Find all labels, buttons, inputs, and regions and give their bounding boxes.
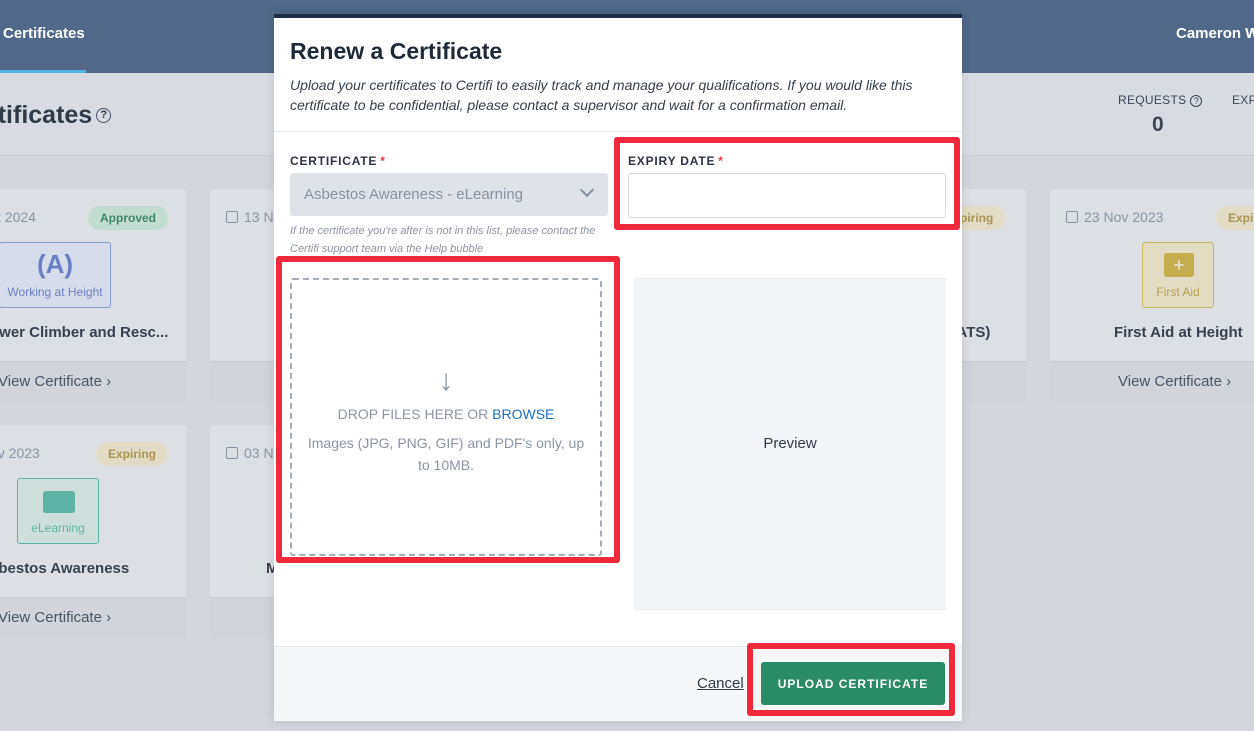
certificate-field-label: CERTIFICATE * xyxy=(290,154,386,168)
card-date: ct 2024 xyxy=(0,209,36,225)
divider xyxy=(274,131,962,132)
view-certificate-link[interactable]: View Certificate › xyxy=(1050,361,1254,401)
status-badge: Expi xyxy=(1216,206,1254,230)
certificate-card: ov 2023 Expiring eLearning sbestos Aware… xyxy=(0,425,186,637)
icon-label: First Aid xyxy=(1156,285,1200,299)
stat-expiring-label: EXP xyxy=(1232,93,1254,107)
certificate-select[interactable]: Asbestos Awareness - eLearning xyxy=(290,173,608,216)
stat-requests-text: REQUESTS xyxy=(1118,93,1187,107)
certificate-card: ct 2024 Approved (A) Working at Height o… xyxy=(0,189,186,401)
card-footer xyxy=(210,597,274,637)
card-date: 13 N xyxy=(226,209,274,225)
card-title: sbestos Awareness xyxy=(0,560,130,577)
page-title-text: rtificates xyxy=(0,101,93,129)
card-footer xyxy=(210,361,274,401)
modal-footer: Cancel UPLOAD CERTIFICATE xyxy=(274,646,962,721)
certificate-card: 03 N M xyxy=(210,425,279,637)
dropzone-formats: Images (JPG, PNG, GIF) and PDF's only, u… xyxy=(307,435,585,473)
expiry-date-field-label: EXPIRY DATE * xyxy=(628,154,724,168)
card-title: M xyxy=(266,560,279,577)
card-title: First Aid at Height xyxy=(1114,324,1243,341)
calendar-icon xyxy=(226,211,238,223)
expiry-date-input[interactable] xyxy=(628,173,946,218)
arrow-down-icon: ↓ xyxy=(438,364,454,397)
certificate-card: 23 Nov 2023 Expi + First Aid First Aid a… xyxy=(1050,189,1254,401)
required-marker: * xyxy=(380,154,386,168)
card-title: ower Climber and Resc... xyxy=(0,324,169,341)
view-certificate-link[interactable]: View Certificate › xyxy=(0,597,186,637)
file-dropzone[interactable]: ↓ DROP FILES HERE OR BROWSE Images (JPG,… xyxy=(290,278,602,556)
calendar-icon xyxy=(226,447,238,459)
icon-label: Working at Height xyxy=(7,285,103,299)
first-aid-icon: + First Aid xyxy=(1142,242,1214,308)
preview-text: Preview xyxy=(763,435,817,452)
page-title: rtificates? xyxy=(0,101,112,130)
icon-label: eLearning xyxy=(31,521,85,535)
stat-requests-value: 0 xyxy=(1152,113,1164,136)
tab-certificates[interactable]: Certificates xyxy=(0,0,86,73)
card-footer xyxy=(962,361,1026,401)
status-badge: Expiring xyxy=(96,442,169,466)
status-badge: Approved xyxy=(88,206,169,230)
help-circle-icon[interactable]: ? xyxy=(96,108,112,123)
elearning-icon: eLearning xyxy=(17,478,99,544)
certificate-hint: If the certificate you're after is not i… xyxy=(290,225,596,255)
calendar-icon xyxy=(1066,211,1078,223)
stat-requests-label: REQUESTS? xyxy=(1118,93,1203,107)
help-circle-icon[interactable]: ? xyxy=(1190,95,1203,107)
modal-title: Renew a Certificate xyxy=(290,38,503,64)
card-date: ov 2023 xyxy=(0,445,40,461)
required-marker: * xyxy=(718,154,724,168)
working-at-height-icon: (A) Working at Height xyxy=(0,242,111,308)
card-date: 03 N xyxy=(226,445,274,461)
dropzone-text: DROP FILES HERE OR BROWSE xyxy=(337,406,555,422)
certificate-card: 13 N xyxy=(210,189,274,401)
tab-certificates-label: Certificates xyxy=(3,25,85,42)
renew-certificate-modal: Renew a Certificate Upload your certific… xyxy=(274,14,962,721)
certificate-select-value: Asbestos Awareness - eLearning xyxy=(304,186,524,203)
certificate-card: piring MATS) xyxy=(944,189,1026,401)
user-menu[interactable]: Cameron W xyxy=(1176,25,1254,42)
browse-link[interactable]: BROWSE xyxy=(492,406,554,422)
file-preview: Preview xyxy=(634,278,946,610)
chevron-down-icon xyxy=(579,182,595,198)
modal-description: Upload your certificates to Certifi to e… xyxy=(290,77,913,113)
cancel-button[interactable]: Cancel xyxy=(697,675,744,692)
upload-certificate-button[interactable]: UPLOAD CERTIFICATE xyxy=(761,662,945,705)
card-date: 23 Nov 2023 xyxy=(1066,209,1163,225)
view-certificate-link[interactable]: View Certificate › xyxy=(0,361,186,401)
